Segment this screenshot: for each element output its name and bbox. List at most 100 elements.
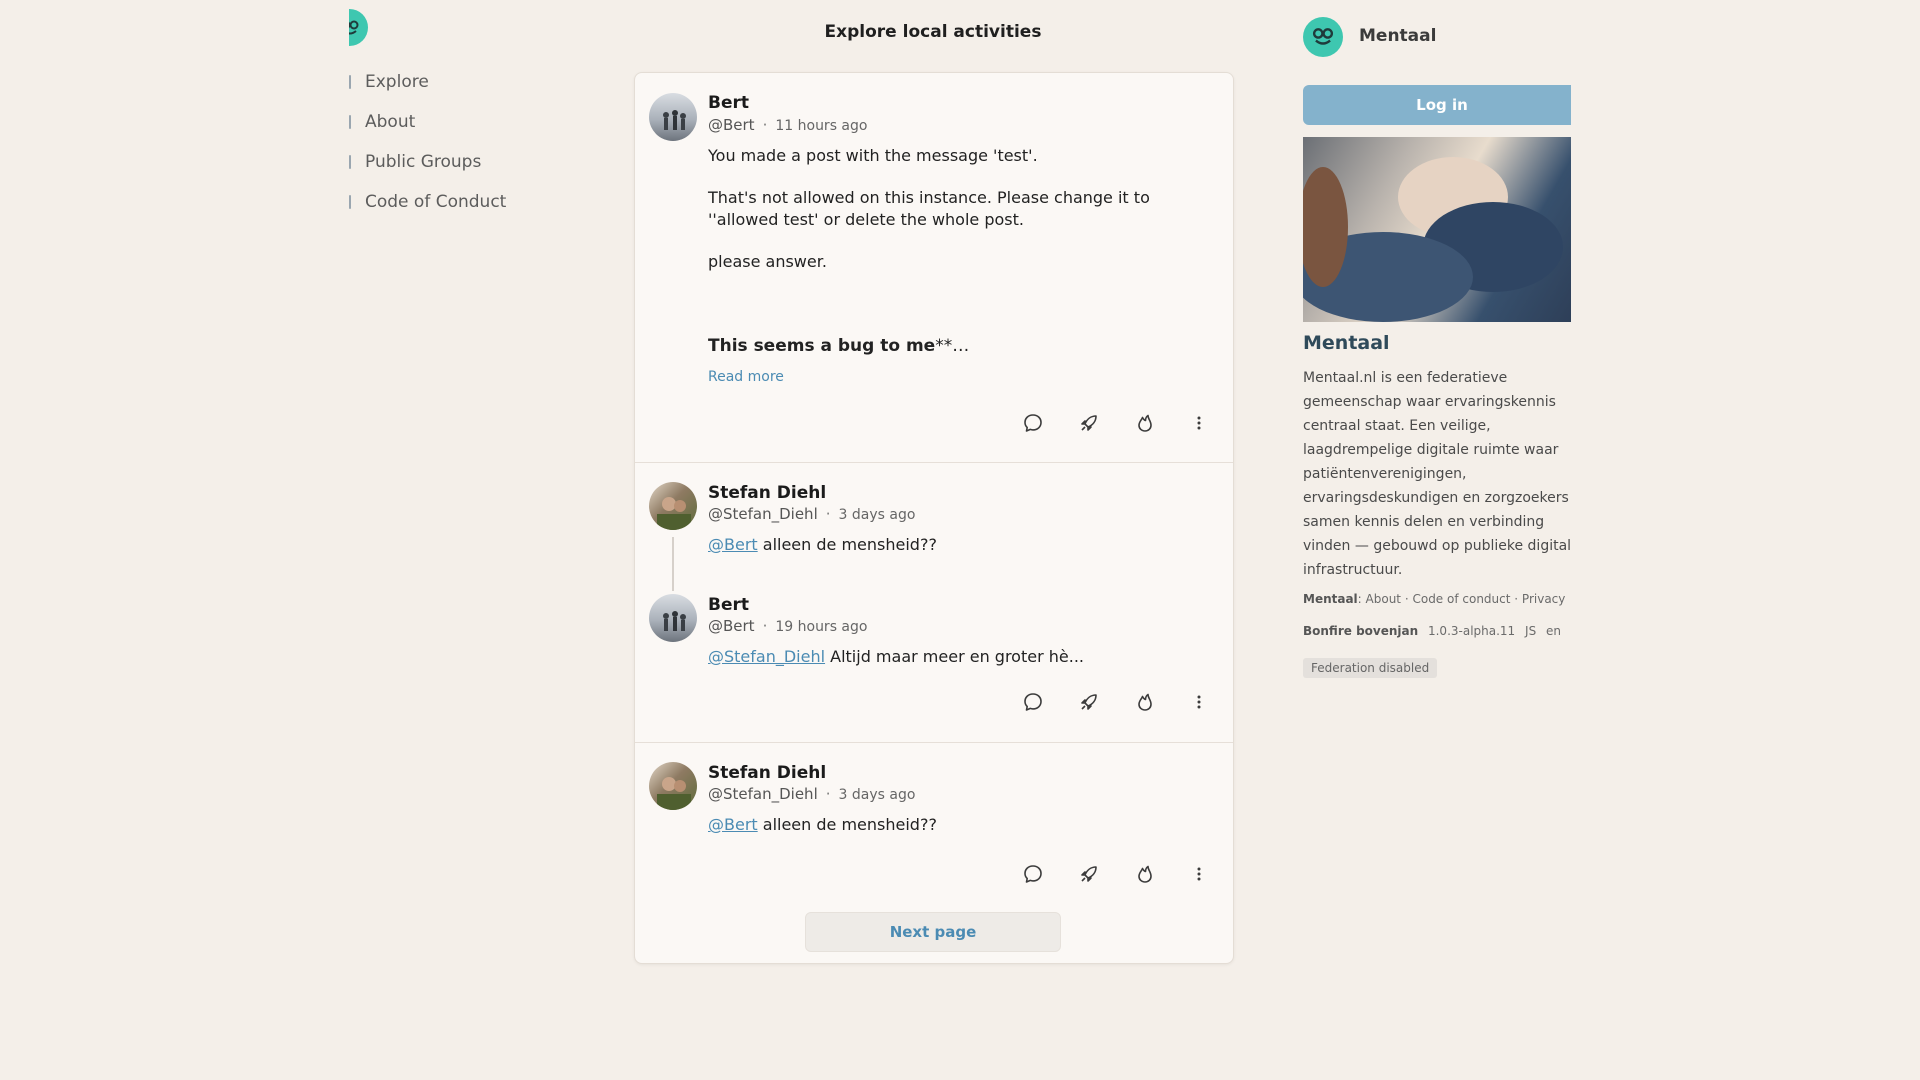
footer-sep: · bbox=[1401, 592, 1413, 606]
reply-icon[interactable] bbox=[1022, 412, 1044, 434]
more-options-icon[interactable] bbox=[1188, 412, 1210, 434]
post-actions bbox=[1022, 691, 1212, 713]
post-paragraph: please answer. bbox=[708, 252, 827, 271]
author-name[interactable]: Bert bbox=[708, 595, 749, 615]
mention-link[interactable]: @Bert bbox=[708, 815, 758, 834]
bold-text: This seems a bug to me bbox=[708, 336, 936, 356]
footer-about-link[interactable]: About bbox=[1366, 592, 1401, 606]
author-handle: @Stefan_Diehl · 3 days ago bbox=[708, 785, 915, 803]
footer-language[interactable]: en bbox=[1546, 624, 1561, 638]
activity-post[interactable]: Stefan Diehl @Stefan_Diehl · 3 days ago @B… bbox=[635, 743, 1233, 903]
site-banner-image bbox=[1303, 137, 1571, 322]
post-body: You made a post with the message 'test'.… bbox=[708, 145, 1178, 357]
post-time[interactable]: 11 hours ago bbox=[775, 118, 867, 134]
avatar[interactable] bbox=[649, 762, 697, 810]
footer-sep: · bbox=[1510, 592, 1522, 606]
boost-icon[interactable] bbox=[1078, 412, 1100, 434]
footer-js-toggle[interactable]: JS bbox=[1525, 624, 1536, 638]
login-button[interactable]: Log in bbox=[1303, 85, 1571, 125]
avatar-bert-icon bbox=[663, 611, 686, 631]
separator-dot: · bbox=[762, 116, 768, 134]
activity-post[interactable]: Stefan Diehl @Stefan_Diehl · 3 days ago @B… bbox=[635, 463, 1233, 743]
read-more-link[interactable]: Read more bbox=[708, 369, 784, 385]
footer-app-name[interactable]: Bonfire bovenjan bbox=[1303, 624, 1418, 638]
logo-icon[interactable] bbox=[349, 9, 368, 46]
footer-links: Mentaal: About · Code of conduct · Priva… bbox=[1303, 592, 1565, 606]
post-text: alleen de mensheid?? bbox=[757, 535, 937, 554]
author-handle: @Stefan_Diehl · 3 days ago bbox=[708, 505, 915, 523]
post-bold-line: This seems a bug to me**… bbox=[708, 335, 1178, 357]
avatar[interactable] bbox=[649, 93, 697, 141]
nav-item-code-of-conduct[interactable]: Code of Conduct bbox=[349, 182, 506, 222]
author-name[interactable]: Stefan Diehl bbox=[708, 763, 826, 783]
footer-privacy-link[interactable]: Privacy bbox=[1522, 592, 1565, 606]
nav-label: Code of Conduct bbox=[365, 192, 507, 212]
nav-item-public-groups[interactable]: Public Groups bbox=[349, 142, 506, 182]
post-actions bbox=[1022, 412, 1212, 434]
groups-icon bbox=[349, 155, 351, 169]
post-time[interactable]: 3 days ago bbox=[839, 507, 916, 523]
avatar-stefan-icon bbox=[657, 777, 691, 810]
nav-label: Explore bbox=[365, 72, 429, 92]
author-handle: @Bert · 11 hours ago bbox=[708, 116, 867, 134]
nav-item-explore[interactable]: Explore bbox=[349, 62, 506, 102]
logo-face-icon bbox=[1312, 28, 1334, 45]
conduct-icon bbox=[349, 195, 351, 209]
footer-site: Mentaal bbox=[1303, 592, 1358, 606]
more-options-icon[interactable] bbox=[1188, 863, 1210, 885]
post-actions bbox=[1022, 863, 1212, 885]
footer-build-info: Bonfire bovenjan 1.0.3-alpha.11 JS en bbox=[1303, 624, 1561, 638]
footer-coc-link[interactable]: Code of conduct bbox=[1412, 592, 1510, 606]
main-nav: Explore About Public Groups Code of Cond… bbox=[349, 62, 506, 222]
site-title: Mentaal bbox=[1303, 332, 1390, 354]
like-flame-icon[interactable] bbox=[1134, 412, 1156, 434]
right-sidebar: Mentaal Log in Mentaal Mentaal.nl is een… bbox=[1303, 0, 1571, 1080]
explore-icon bbox=[349, 75, 351, 89]
post-text: alleen de mensheid?? bbox=[757, 815, 937, 834]
separator-dot: · bbox=[762, 617, 768, 635]
author-name[interactable]: Bert bbox=[708, 93, 749, 113]
thread-line bbox=[672, 537, 674, 591]
brand-name[interactable]: Mentaal bbox=[1359, 26, 1436, 46]
reply-icon[interactable] bbox=[1022, 691, 1044, 713]
nav-item-about[interactable]: About bbox=[349, 102, 506, 142]
post-body: @Bert alleen de mensheid?? bbox=[708, 814, 1178, 836]
boost-icon[interactable] bbox=[1078, 863, 1100, 885]
post-time[interactable]: 19 hours ago bbox=[775, 619, 867, 635]
boost-icon[interactable] bbox=[1078, 691, 1100, 713]
mention-link[interactable]: @Stefan_Diehl bbox=[708, 647, 825, 666]
about-icon bbox=[349, 115, 351, 129]
post-paragraph: That's not allowed on this instance. Ple… bbox=[708, 188, 1150, 229]
page-title: Explore local activities bbox=[824, 22, 1042, 42]
separator-dot: · bbox=[825, 785, 831, 803]
more-options-icon[interactable] bbox=[1188, 691, 1210, 713]
activity-post[interactable]: Bert @Bert · 11 hours ago You made a post … bbox=[635, 73, 1233, 463]
post-time[interactable]: 3 days ago bbox=[839, 787, 916, 803]
avatar[interactable] bbox=[649, 482, 697, 530]
nav-label: About bbox=[365, 112, 416, 132]
footer-version: 1.0.3-alpha.11 bbox=[1427, 624, 1516, 638]
avatar[interactable] bbox=[649, 594, 697, 642]
handle-text[interactable]: @Bert bbox=[708, 116, 755, 134]
handle-text[interactable]: @Stefan_Diehl bbox=[708, 785, 818, 803]
handle-text[interactable]: @Stefan_Diehl bbox=[708, 505, 818, 523]
next-page-button[interactable]: Next page bbox=[805, 912, 1061, 952]
post-body: @Bert alleen de mensheid?? bbox=[708, 534, 1178, 556]
site-description: Mentaal.nl is een federatieve gemeenscha… bbox=[1303, 370, 1571, 578]
like-flame-icon[interactable] bbox=[1134, 863, 1156, 885]
logo-face-icon bbox=[349, 20, 358, 34]
banner-photo-icon bbox=[1303, 157, 1563, 322]
brand-logo-icon[interactable] bbox=[1303, 17, 1343, 57]
mention-link[interactable]: @Bert bbox=[708, 535, 758, 554]
footer-colon: : bbox=[1357, 592, 1366, 606]
avatar-stefan-icon bbox=[657, 497, 691, 530]
post-paragraph: You made a post with the message 'test'. bbox=[708, 146, 1038, 165]
post-text: Altijd maar meer en groter hè... bbox=[825, 647, 1084, 666]
author-name[interactable]: Stefan Diehl bbox=[708, 483, 826, 503]
like-flame-icon[interactable] bbox=[1134, 691, 1156, 713]
activity-feed: Bert @Bert · 11 hours ago You made a post … bbox=[634, 72, 1234, 964]
reply-icon[interactable] bbox=[1022, 863, 1044, 885]
author-handle: @Bert · 19 hours ago bbox=[708, 617, 867, 635]
separator-dot: · bbox=[825, 505, 831, 523]
handle-text[interactable]: @Bert bbox=[708, 617, 755, 635]
